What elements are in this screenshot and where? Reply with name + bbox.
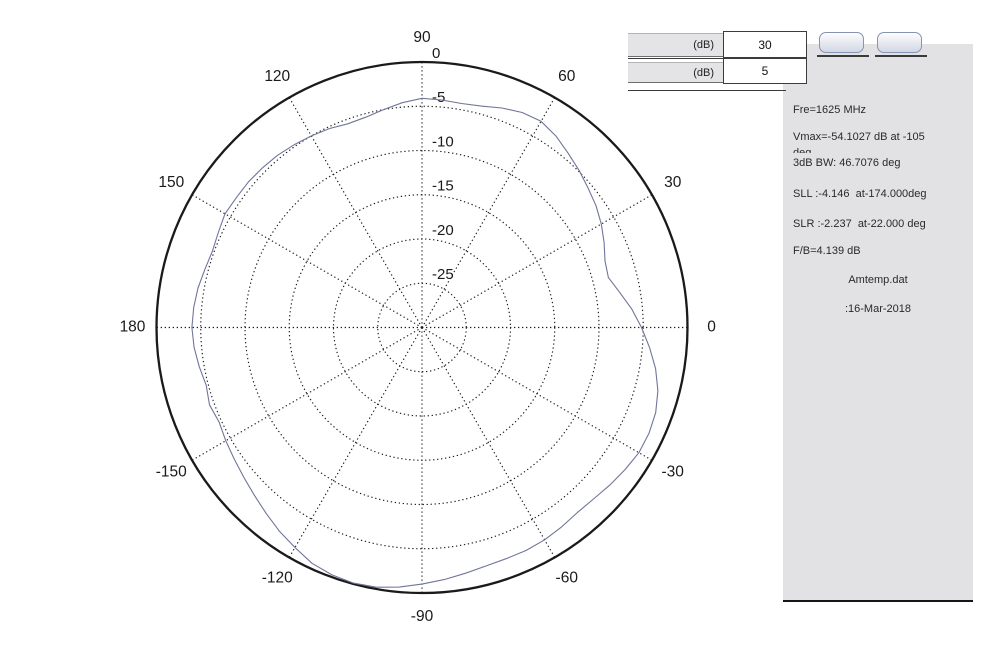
radial-tick-label: -5 [432, 89, 445, 106]
button2-underline [875, 55, 927, 57]
grid-spoke [421, 327, 653, 461]
stat-line: 3dB BW: 46.7076 deg [793, 157, 901, 169]
angle-tick-label: 60 [558, 68, 576, 85]
angle-tick-label: -90 [411, 608, 434, 625]
scale-db-label: (dB) [628, 33, 723, 57]
step-db-label: (dB) [628, 62, 723, 83]
radial-tick-label: -20 [432, 222, 454, 239]
toolbar-button-1[interactable] [819, 32, 864, 53]
row2-underline [628, 90, 786, 91]
angle-tick-label: -150 [156, 463, 187, 480]
stats-panel: Fre=1625 MHz Vmax=-54.1027 dB at -105 deg 3… [783, 44, 973, 602]
polar-radiation-chart: 0 30 60 90 120 150 180 -150 -120 -90 -60 -30 0 -5 -10 -… [120, 29, 717, 625]
stat-line: Fre=1625 MHz [793, 104, 867, 116]
angle-tick-label: 0 [707, 319, 716, 336]
stat-line: Vmax=-54.1027 dB at -105 [793, 131, 925, 143]
angle-tick-label: 90 [413, 29, 431, 46]
toolbar-button-2[interactable] [877, 32, 922, 53]
radial-tick-label: -25 [432, 266, 454, 283]
step-db-input[interactable] [723, 58, 807, 84]
angle-tick-label: 30 [664, 174, 682, 191]
angle-tick-label: -60 [556, 569, 579, 586]
grid-spoke [288, 97, 423, 328]
angle-tick-label: -30 [662, 463, 685, 480]
angle-tick-label: 180 [120, 319, 146, 336]
stat-line: SLR :-2.237 at-22.000 deg [793, 218, 926, 230]
angle-tick-label: 120 [264, 68, 290, 85]
stat-line: Amtemp.dat [848, 274, 908, 286]
grid-spoke [421, 97, 556, 328]
stat-line: F/B=4.139 dB [793, 245, 861, 257]
radial-tick-label: -15 [432, 178, 454, 195]
radial-tick-label: -10 [432, 133, 454, 150]
stat-line: deg [793, 147, 812, 153]
grid-spoke [191, 327, 423, 461]
radial-tick-label: 0 [432, 45, 440, 62]
grid-spoke [421, 327, 556, 558]
stat-line: SLL :-4.146 at-174.000deg [793, 188, 927, 200]
angle-tick-label: -120 [262, 569, 293, 586]
button1-underline [817, 55, 869, 57]
grid-spoke [288, 327, 423, 558]
grid-spoke [191, 194, 423, 328]
scale-db-input[interactable] [723, 31, 807, 58]
stat-line: :16-Mar-2018 [844, 303, 912, 315]
grid-spoke [421, 194, 653, 328]
angle-tick-label: 150 [158, 174, 184, 191]
radiation-pattern-trace [191, 97, 659, 588]
